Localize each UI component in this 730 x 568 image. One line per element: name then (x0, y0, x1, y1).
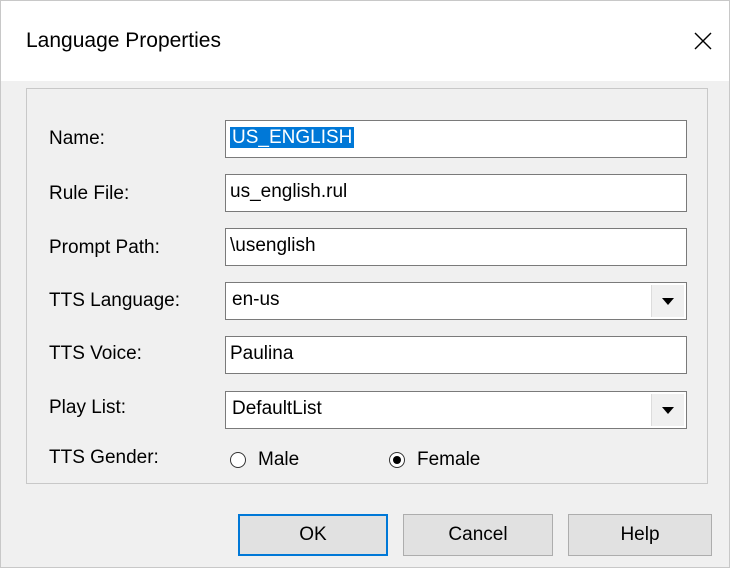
name-label: Name: (49, 128, 105, 149)
rule-file-field[interactable]: us_english.rul (225, 174, 687, 212)
gender-option-label: Male (258, 449, 300, 470)
play-list-label: Play List: (49, 397, 127, 418)
tts-language-dropdown-button[interactable] (651, 285, 684, 317)
gender-radio-male[interactable]: Male (230, 449, 299, 471)
name-value: US_ENGLISH (230, 127, 355, 148)
tts-language-label: TTS Language: (49, 290, 180, 311)
play-list-dropdown-button[interactable] (651, 394, 684, 426)
tts-voice-label: TTS Voice: (49, 343, 142, 364)
radio-circle-selected (389, 452, 405, 468)
name-field[interactable]: US_ENGLISH (225, 120, 687, 158)
tts-gender-label: TTS Gender: (49, 447, 159, 468)
title-bar: Language Properties (1, 1, 729, 81)
prompt-path-field[interactable]: \usenglish (225, 228, 687, 266)
prompt-path-label: Prompt Path: (49, 237, 160, 258)
ok-button[interactable]: OK (238, 514, 388, 556)
window-title: Language Properties (26, 29, 221, 52)
play-list-value: DefaultList (232, 398, 322, 419)
tts-language-select[interactable]: en-us (225, 282, 687, 320)
tts-language-value: en-us (232, 289, 280, 310)
language-properties-dialog: Language Properties Name: US_ENGLISH Rul… (0, 0, 730, 568)
help-button[interactable]: Help (568, 514, 712, 556)
play-list-select[interactable]: DefaultList (225, 391, 687, 429)
rule-file-label: Rule File: (49, 183, 130, 204)
tts-voice-field[interactable]: Paulina (225, 336, 687, 374)
radio-circle (230, 452, 246, 468)
gender-radio-female[interactable]: Female (389, 449, 480, 471)
close-button[interactable] (681, 19, 725, 63)
close-icon (694, 32, 712, 50)
chevron-down-icon (662, 297, 674, 305)
cancel-button[interactable]: Cancel (403, 514, 553, 556)
chevron-down-icon (662, 406, 674, 414)
gender-option-label: Female (417, 449, 481, 470)
